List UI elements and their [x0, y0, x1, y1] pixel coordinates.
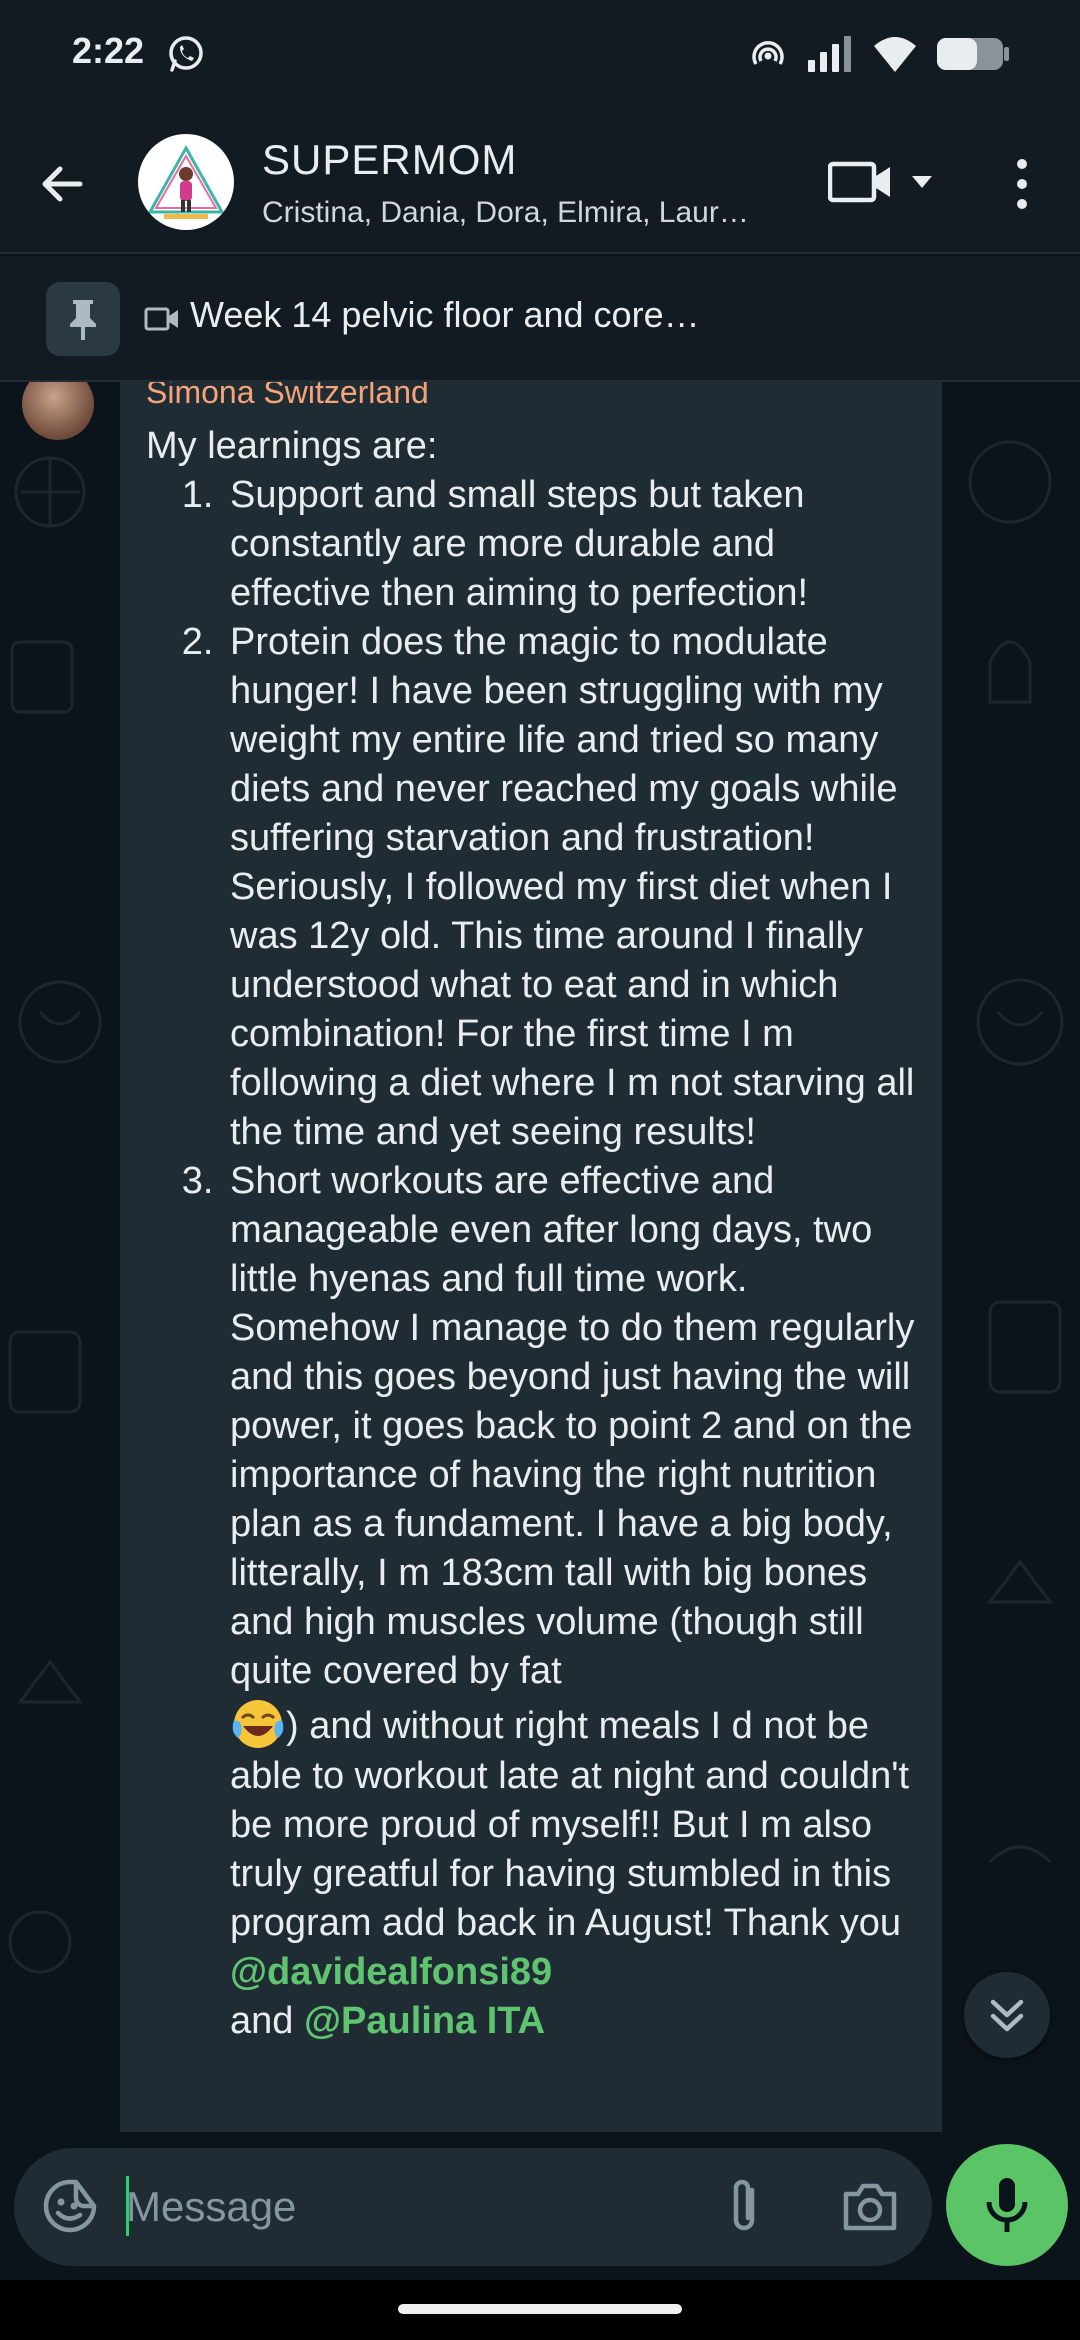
battery-icon: [937, 38, 1009, 70]
status-time: 2:22: [72, 30, 145, 71]
signal-icon: [808, 36, 851, 72]
mention-link[interactable]: @Paulina ITA: [304, 2000, 545, 2042]
chat-area[interactable]: Simona Switzerland My learnings are: Sup…: [0, 382, 1080, 2140]
double-chevron-down-icon: [990, 1999, 1024, 2032]
list-item: Short workouts are effective and managea…: [224, 1157, 926, 2046]
mic-button[interactable]: [946, 2144, 1068, 2266]
video-call-icon[interactable]: [828, 160, 938, 204]
scroll-to-bottom-button[interactable]: [964, 1972, 1050, 2058]
back-arrow-icon[interactable]: [36, 158, 88, 210]
item-3-continuation: ) and without right meals I d not be abl…: [230, 1705, 910, 1944]
status-icons: [748, 34, 1010, 74]
status-bar: 2:22: [0, 0, 1080, 110]
sticker-icon[interactable]: [40, 2176, 100, 2236]
group-members[interactable]: Cristina, Dania, Dora, Elmira, Laur…: [262, 196, 782, 230]
learnings-list: Support and small steps but taken consta…: [224, 471, 926, 2046]
camera-icon[interactable]: [840, 2178, 900, 2234]
message-text: My learnings are: Support and small step…: [146, 422, 926, 2046]
mic-icon: [986, 2178, 1028, 2232]
pin-icon: [70, 300, 96, 340]
pin-button[interactable]: [46, 282, 120, 356]
group-logo-icon: [147, 144, 225, 219]
chevron-down-icon: [912, 176, 932, 188]
video-icon: [144, 307, 178, 331]
whatsapp-icon: [169, 36, 203, 72]
tears-of-joy-emoji: [232, 1700, 284, 1748]
list-item: Protein does the magic to modulate hunge…: [224, 618, 926, 1157]
pinned-message-banner[interactable]: Week 14 pelvic floor and core…: [0, 256, 1080, 382]
hotspot-icon: [752, 41, 784, 65]
message-intro: My learnings are:: [146, 425, 438, 467]
list-item: Support and small steps but taken consta…: [224, 471, 926, 618]
more-vert-icon[interactable]: [1002, 156, 1042, 212]
home-gesture-handle[interactable]: [398, 2304, 682, 2314]
group-title[interactable]: SUPERMOM: [262, 136, 517, 184]
item-3-text: Short workouts are effective and managea…: [230, 1160, 915, 1692]
sender-name[interactable]: Simona Switzerland: [146, 382, 429, 411]
mention-link[interactable]: @davidealfonsi89: [230, 1951, 552, 1993]
group-avatar[interactable]: [138, 134, 234, 230]
attach-icon[interactable]: [722, 2176, 766, 2236]
wifi-icon: [874, 37, 916, 72]
message-input[interactable]: [126, 2172, 686, 2242]
text-caret: [126, 2176, 129, 2236]
pinned-text: Week 14 pelvic floor and core…: [190, 294, 700, 335]
item-3-and: and: [230, 2000, 304, 2042]
chat-header: SUPERMOM Cristina, Dania, Dora, Elmira, …: [0, 110, 1080, 254]
